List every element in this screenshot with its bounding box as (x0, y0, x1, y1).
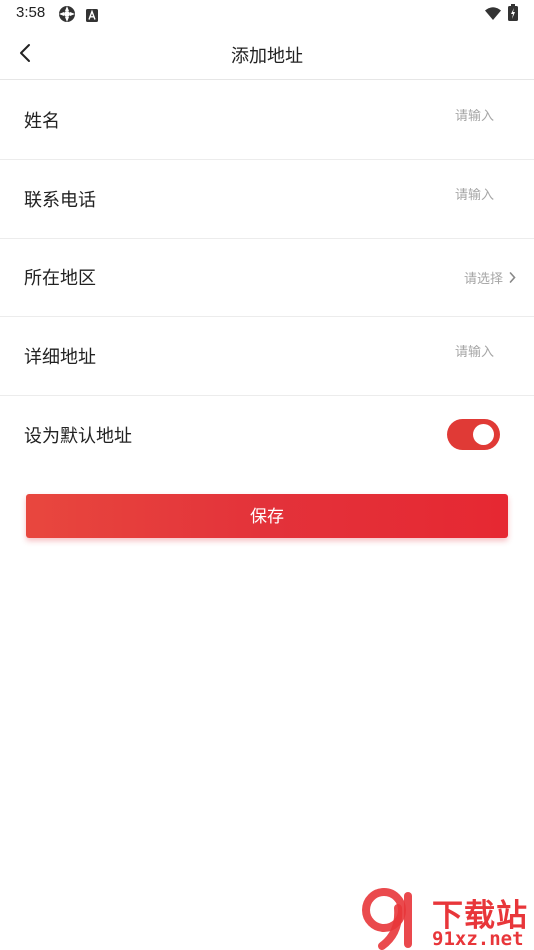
address-input[interactable] (294, 345, 494, 360)
phone-input[interactable] (294, 188, 494, 203)
settings-gear-icon (58, 5, 76, 27)
toggle-knob (473, 424, 494, 445)
a-notification-icon (86, 7, 98, 26)
battery-icon (508, 4, 518, 25)
header: 添加地址 (0, 28, 534, 80)
region-label: 所在地区 (24, 268, 96, 289)
default-label: 设为默认地址 (24, 426, 132, 447)
name-row: 姓名 (0, 81, 534, 160)
status-bar: 3:58 (0, 0, 534, 28)
default-address-toggle[interactable] (447, 419, 500, 450)
phone-label: 联系电话 (24, 190, 96, 211)
region-row[interactable]: 所在地区 请选择 (0, 238, 534, 317)
name-input[interactable] (294, 109, 494, 124)
name-label: 姓名 (24, 111, 60, 132)
page-title: 添加地址 (231, 46, 303, 67)
region-placeholder: 请选择 (463, 272, 503, 287)
address-row: 详细地址 (0, 317, 534, 396)
region-select[interactable]: 请选择 (464, 268, 516, 287)
chevron-right-icon (509, 272, 516, 283)
watermark-logo-icon (362, 888, 412, 950)
watermark: 下载站 91xz.net (362, 888, 534, 950)
phone-row: 联系电话 (0, 160, 534, 239)
status-time: 3:58 (16, 4, 46, 21)
save-button[interactable]: 保存 (26, 494, 508, 538)
watermark-url: 91xz.net (432, 928, 524, 950)
wifi-icon (485, 6, 501, 25)
address-label: 详细地址 (24, 347, 96, 368)
